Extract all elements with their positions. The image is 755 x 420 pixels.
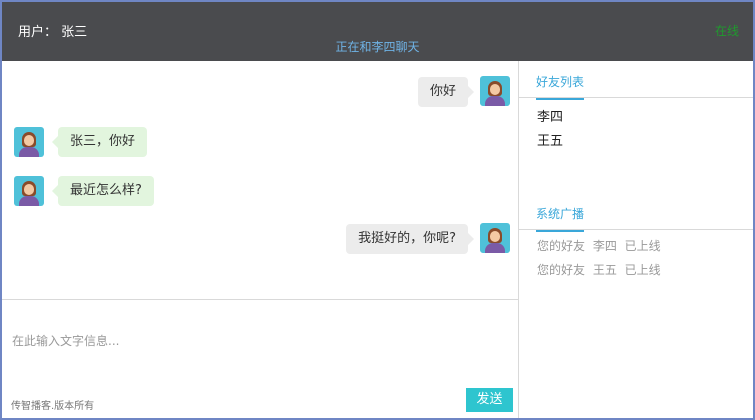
side-panel: 好友列表 李四 王五 系统广播 您的好友 李四 已上线 您的好友 王五 已上线 [518,61,753,418]
broadcast-item: 您的好友 王五 已上线 [537,263,661,277]
friend-avatar[interactable] [14,127,44,157]
system-broadcast-tab[interactable]: 系统广播 [536,205,585,232]
compose-area: 传智播客.版本所有 发送 [2,299,518,418]
message-bubble: 我挺好的，你呢? [346,224,474,254]
message-incoming: 最近怎么样? [2,176,518,208]
avatar-body [19,147,39,157]
message-outgoing: 你好 [2,76,518,108]
avatar-face [24,135,34,146]
friend-avatar[interactable] [14,176,44,206]
message-outgoing: 我挺好的，你呢? [2,223,518,255]
message-incoming: 张三，你好 [2,127,518,159]
avatar-body [485,96,505,106]
chat-window: 用户： 张三 正在和李四聊天 在线 你好 张三，你好 最近怎么样? 我挺好的，你… [2,2,753,418]
message-bubble: 最近怎么样? [52,176,154,206]
friend-list-item[interactable]: 王五 [537,130,563,149]
user-avatar[interactable] [480,223,510,253]
avatar-face [490,84,500,95]
message-list[interactable]: 你好 张三，你好 最近怎么样? 我挺好的，你呢? [2,61,518,299]
copyright-text: 传智播客.版本所有 [11,401,95,412]
message-bubble: 你好 [417,77,475,107]
send-button[interactable]: 发送 [466,388,513,412]
message-input[interactable] [10,328,504,354]
avatar-body [485,243,505,253]
chat-header: 用户： 张三 正在和李四聊天 在线 [2,2,753,61]
user-avatar[interactable] [480,76,510,106]
avatar-face [490,231,500,242]
broadcast-divider [519,229,753,230]
friend-list-tab[interactable]: 好友列表 [536,73,585,100]
friend-list-item[interactable]: 李四 [537,106,563,125]
avatar-face [24,184,34,195]
avatar-body [19,196,39,206]
online-status: 在线 [714,24,739,38]
broadcast-item: 您的好友 李四 已上线 [537,239,661,253]
chat-status-text: 正在和李四聊天 [335,40,420,54]
friend-list-divider [519,97,753,98]
message-bubble: 张三，你好 [51,127,148,157]
